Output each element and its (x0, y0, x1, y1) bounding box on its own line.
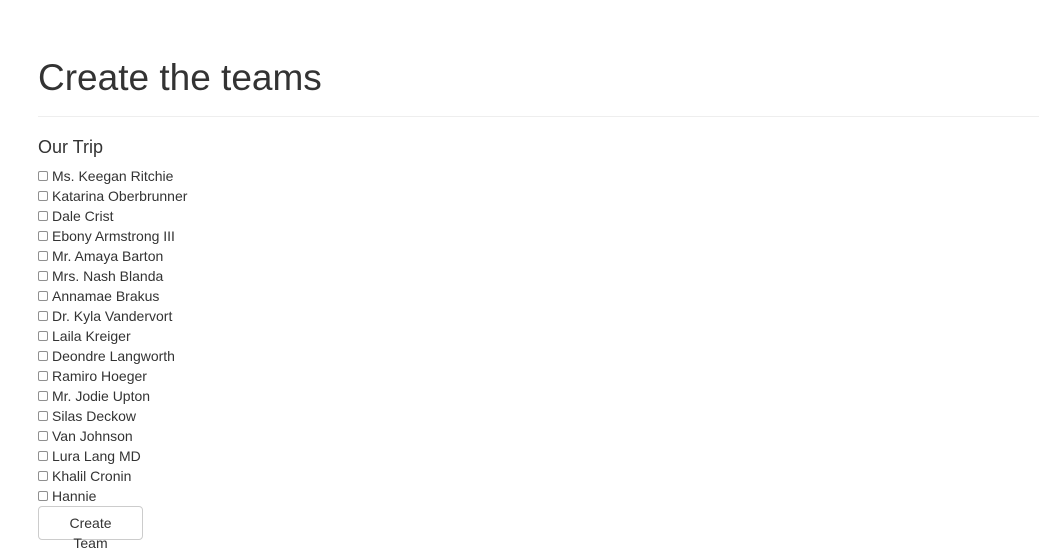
member-checkbox[interactable] (38, 351, 48, 361)
member-item[interactable]: Katarina Oberbrunner (38, 186, 187, 206)
member-item[interactable]: Khalil Cronin (38, 466, 187, 486)
member-name[interactable]: Ramiro Hoeger (52, 366, 147, 386)
member-name[interactable]: Silas Deckow (52, 406, 136, 426)
member-item[interactable]: Dr. Kyla Vandervort (38, 306, 187, 326)
member-name[interactable]: Dale Crist (52, 206, 113, 226)
member-name[interactable]: Mrs. Nash Blanda (52, 266, 163, 286)
member-name[interactable]: Dr. Kyla Vandervort (52, 306, 172, 326)
member-checkbox-list: Ms. Keegan Ritchie Katarina Oberbrunner … (38, 166, 187, 506)
member-item[interactable]: Annamae Brakus (38, 286, 187, 306)
member-item[interactable]: Ebony Armstrong III (38, 226, 187, 246)
member-checkbox[interactable] (38, 271, 48, 281)
member-item[interactable]: Mr. Amaya Barton (38, 246, 187, 266)
member-checkbox[interactable] (38, 251, 48, 261)
member-name[interactable]: Khalil Cronin (52, 466, 131, 486)
member-name[interactable]: Mr. Jodie Upton (52, 386, 150, 406)
member-item[interactable]: Ms. Keegan Ritchie (38, 166, 187, 186)
member-item[interactable]: Ramiro Hoeger (38, 366, 187, 386)
member-item[interactable]: Lura Lang MD (38, 446, 187, 466)
member-checkbox[interactable] (38, 331, 48, 341)
member-item[interactable]: Mrs. Nash Blanda (38, 266, 187, 286)
title-divider (38, 116, 1039, 117)
member-item[interactable]: Hannie (38, 486, 187, 506)
member-item[interactable]: Dale Crist (38, 206, 187, 226)
member-name[interactable]: Hannie (52, 486, 96, 506)
member-checkbox[interactable] (38, 231, 48, 241)
create-team-button[interactable]: Create Team (38, 506, 143, 551)
member-checkbox[interactable] (38, 191, 48, 201)
trip-heading: Our Trip (38, 137, 104, 157)
member-checkbox[interactable] (38, 311, 48, 321)
member-name[interactable]: Lura Lang MD (52, 446, 141, 466)
member-checkbox[interactable] (38, 491, 48, 501)
member-name[interactable]: Ms. Keegan Ritchie (52, 166, 173, 186)
member-item[interactable]: Van Johnson (38, 426, 187, 446)
member-item[interactable]: Deondre Langworth (38, 346, 187, 366)
member-name[interactable]: Laila Kreiger (52, 326, 131, 346)
member-checkbox[interactable] (38, 411, 48, 421)
member-name[interactable]: Ebony Armstrong III (52, 226, 175, 246)
member-checkbox[interactable] (38, 431, 48, 441)
member-item[interactable]: Mr. Jodie Upton (38, 386, 187, 406)
member-name[interactable]: Annamae Brakus (52, 286, 159, 306)
member-checkbox[interactable] (38, 171, 48, 181)
page-title: Create the teams (38, 57, 322, 98)
member-checkbox[interactable] (38, 371, 48, 381)
member-name[interactable]: Deondre Langworth (52, 346, 175, 366)
member-checkbox[interactable] (38, 211, 48, 221)
member-checkbox[interactable] (38, 291, 48, 301)
member-checkbox[interactable] (38, 391, 48, 401)
member-item[interactable]: Laila Kreiger (38, 326, 187, 346)
member-name[interactable]: Van Johnson (52, 426, 133, 446)
member-name[interactable]: Mr. Amaya Barton (52, 246, 163, 266)
member-name[interactable]: Katarina Oberbrunner (52, 186, 187, 206)
member-checkbox[interactable] (38, 471, 48, 481)
member-item[interactable]: Silas Deckow (38, 406, 187, 426)
member-checkbox[interactable] (38, 451, 48, 461)
